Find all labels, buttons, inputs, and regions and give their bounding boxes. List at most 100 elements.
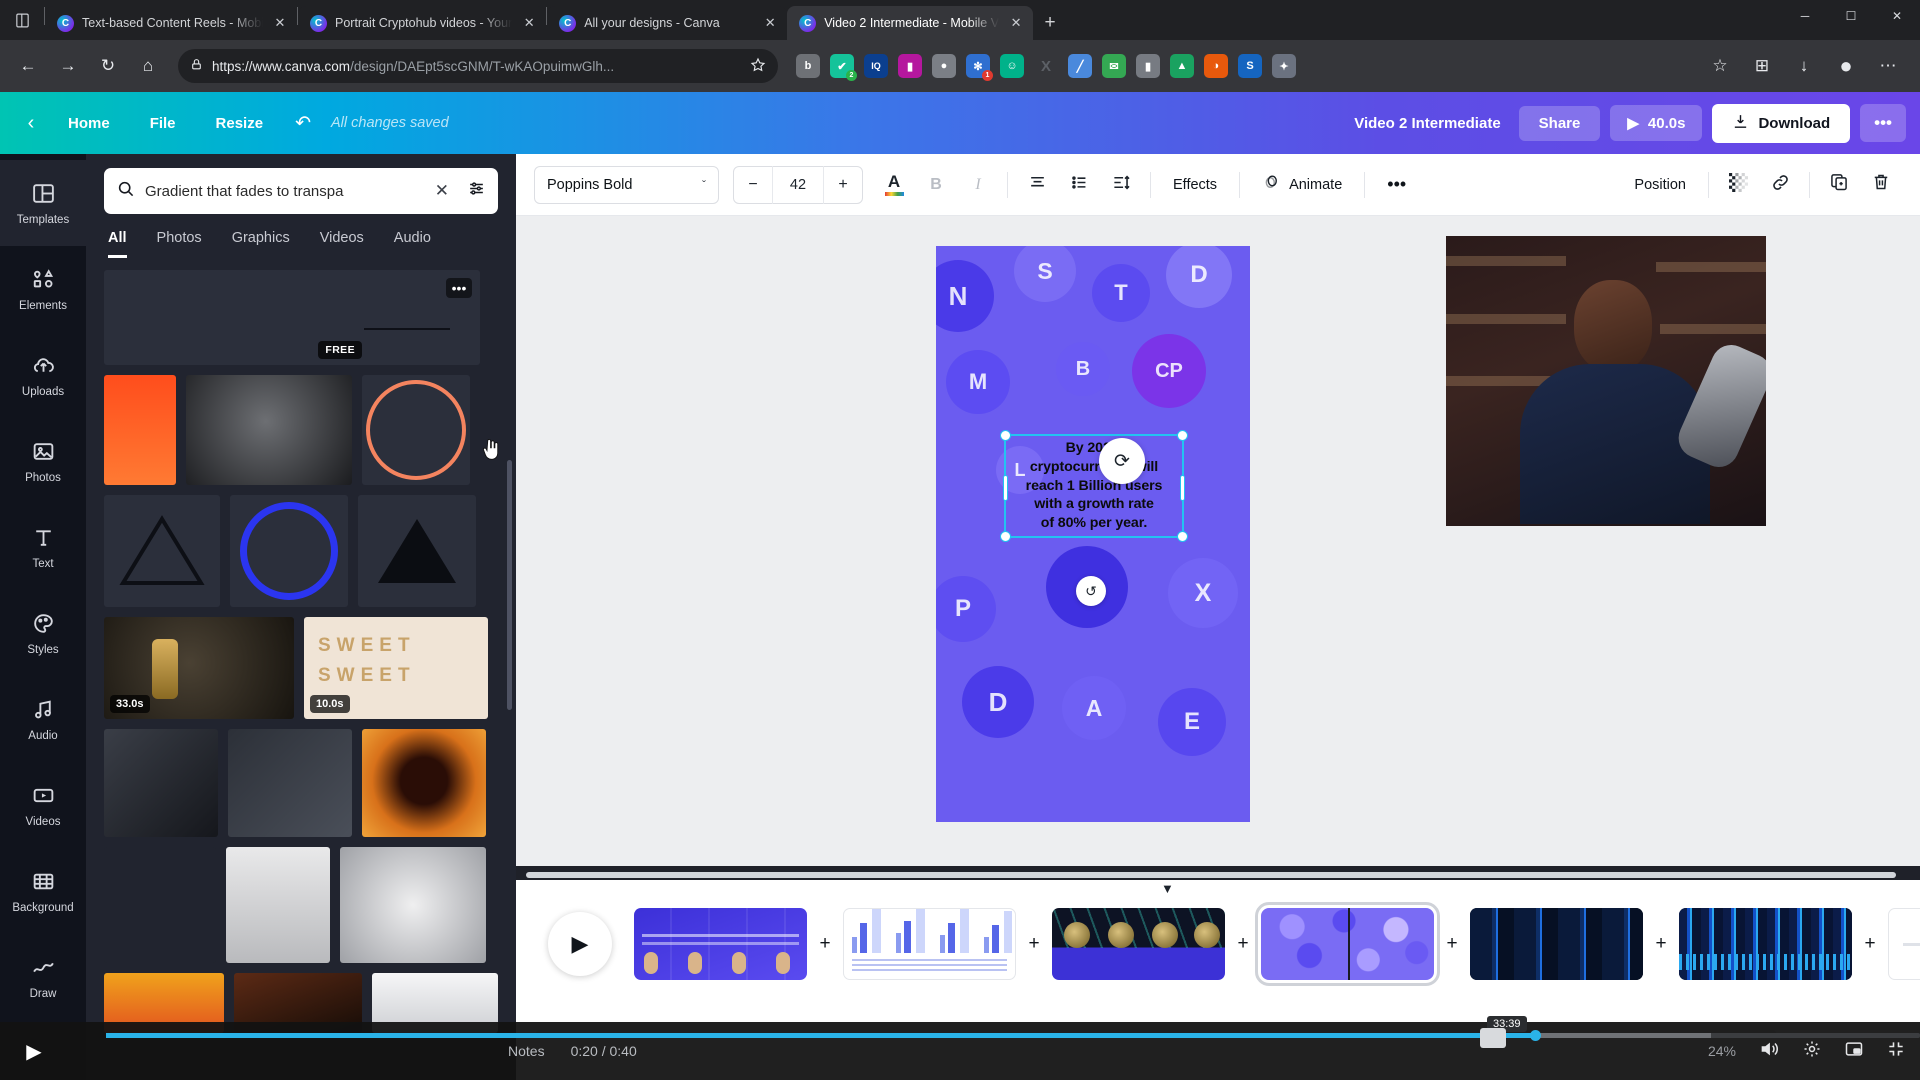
result-item[interactable]: SWEET SWEET 10.0s — [304, 617, 488, 719]
resize-handle-right[interactable] — [1180, 475, 1185, 501]
extension-smiley-icon[interactable]: ☺ — [1000, 54, 1024, 78]
settings-gear-icon[interactable] — [1802, 1039, 1822, 1064]
sidebar-item-styles[interactable]: Styles — [0, 590, 86, 676]
window-minimize-button[interactable]: ─ — [1782, 0, 1828, 32]
result-more-icon[interactable]: ••• — [446, 278, 472, 298]
reload-button[interactable]: ↻ — [90, 48, 126, 84]
extension-grammarly-icon[interactable]: ✔ 2 — [830, 54, 857, 81]
font-size-decrease-button[interactable]: − — [734, 166, 772, 204]
video-play-button[interactable]: ▶ — [14, 1039, 54, 1064]
download-button[interactable]: Download — [1712, 103, 1851, 143]
miniplayer-icon[interactable] — [1844, 1039, 1864, 1064]
timeline-clip-4-selected[interactable] — [1255, 902, 1440, 986]
align-center-button[interactable] — [1016, 164, 1058, 206]
search-box[interactable]: Gradient that fades to transpa ✕ — [104, 168, 498, 214]
add-clip-button-2[interactable]: + — [1016, 933, 1052, 955]
add-clip-button-6[interactable]: + — [1852, 933, 1888, 955]
transparency-button[interactable] — [1717, 164, 1759, 206]
result-item[interactable]: 33.0s — [104, 617, 294, 719]
webcam-overlay[interactable] — [1446, 236, 1766, 526]
extension-fox-icon[interactable]: ◑ — [1204, 54, 1228, 78]
result-item[interactable] — [104, 847, 216, 963]
timeline-play-button[interactable]: ▶ — [548, 912, 612, 976]
bookmark-star-icon[interactable] — [750, 57, 766, 76]
result-item[interactable] — [230, 495, 348, 607]
sidebar-item-templates[interactable]: Templates — [0, 160, 86, 246]
extension-x-icon[interactable]: X — [1034, 54, 1058, 78]
window-close-button[interactable]: ✕ — [1874, 0, 1920, 32]
add-clip-button-3[interactable]: + — [1225, 933, 1261, 955]
share-button[interactable]: Share — [1518, 105, 1601, 141]
timeline-clip-3[interactable] — [1052, 908, 1225, 980]
resize-handle-bottom-left[interactable] — [1000, 531, 1011, 542]
tab-photos[interactable]: Photos — [157, 230, 202, 258]
browser-tab-1-close[interactable]: ✕ — [271, 14, 289, 32]
tab-audio[interactable]: Audio — [394, 230, 431, 258]
result-item[interactable] — [104, 375, 176, 485]
timeline-clip-1[interactable] — [634, 908, 807, 980]
sidebar-item-elements[interactable]: Elements — [0, 246, 86, 332]
search-clear-icon[interactable]: ✕ — [435, 181, 449, 201]
add-clip-button-1[interactable]: + — [807, 933, 843, 955]
result-item[interactable] — [340, 847, 486, 963]
canvas-horizontal-scrollbar[interactable] — [520, 870, 1920, 880]
back-button[interactable]: ← — [10, 48, 46, 84]
timeline-caret-icon[interactable]: ▼ — [1161, 881, 1174, 896]
result-item[interactable] — [104, 495, 220, 607]
link-button[interactable] — [1759, 164, 1801, 206]
undo-icon[interactable]: ↶ — [283, 104, 323, 143]
result-item[interactable]: ••• FREE — [104, 270, 480, 365]
extension-1-icon[interactable]: b — [796, 54, 820, 78]
text-color-button[interactable]: A — [873, 164, 915, 206]
browser-tab-4-close[interactable]: ✕ — [1007, 14, 1025, 32]
volume-icon[interactable] — [1758, 1038, 1780, 1065]
profile-avatar-icon[interactable]: ● — [1828, 48, 1864, 84]
browser-tab-3[interactable]: C All your designs - Canva ✕ — [547, 6, 788, 40]
timeline-clip-5[interactable] — [1470, 908, 1643, 980]
tab-graphics[interactable]: Graphics — [232, 230, 290, 258]
font-family-select[interactable]: Poppins Bold ˇ — [534, 165, 719, 204]
rotate-button[interactable]: ⟳ — [1099, 438, 1145, 484]
resize-button[interactable]: Resize — [196, 107, 284, 140]
timeline-clip-6[interactable] — [1679, 908, 1852, 980]
timeline-clip-2[interactable] — [843, 908, 1016, 980]
sidebar-item-background[interactable]: Background — [0, 848, 86, 934]
timeline-clip-7[interactable] — [1888, 908, 1920, 980]
result-item[interactable] — [362, 375, 470, 485]
delete-button[interactable] — [1860, 164, 1902, 206]
extension-shield-icon[interactable]: ✦ — [1272, 54, 1296, 78]
duplicate-button[interactable] — [1818, 164, 1860, 206]
sidebar-item-videos[interactable]: Videos — [0, 762, 86, 848]
header-more-button[interactable]: ••• — [1860, 104, 1906, 142]
tab-all[interactable]: All — [108, 230, 127, 258]
extension-pen-icon[interactable]: ╱ — [1068, 54, 1092, 78]
sidebar-item-photos[interactable]: Photos — [0, 418, 86, 504]
extension-analytics-icon[interactable]: ▮ — [898, 54, 922, 78]
tab-videos[interactable]: Videos — [320, 230, 364, 258]
forward-button[interactable]: → — [50, 48, 86, 84]
result-item[interactable] — [358, 495, 476, 607]
browser-more-icon[interactable]: ⋯ — [1870, 48, 1906, 84]
font-size-input[interactable]: 42 — [772, 165, 824, 204]
add-clip-button-5[interactable]: + — [1643, 933, 1679, 955]
home-button[interactable]: Home — [48, 107, 130, 140]
file-menu-button[interactable]: File — [130, 107, 196, 140]
collections-icon[interactable]: ⊞ — [1744, 48, 1780, 84]
favorites-icon[interactable]: ☆ — [1702, 48, 1738, 84]
address-bar[interactable]: https://www.canva.com/design/DAEpt5scGNM… — [178, 49, 778, 83]
result-item[interactable] — [104, 729, 218, 837]
video-progress-wrap[interactable] — [106, 1030, 1920, 1041]
italic-button[interactable]: I — [957, 164, 999, 206]
add-clip-button-4[interactable]: + — [1434, 933, 1470, 955]
notes-label[interactable]: Notes — [508, 1043, 545, 1059]
effects-button[interactable]: Effects — [1159, 168, 1231, 202]
window-maximize-button[interactable]: ☐ — [1828, 0, 1874, 32]
toolbar-more-button[interactable]: ••• — [1373, 165, 1420, 204]
extension-gear-icon[interactable]: ✻ 1 — [966, 54, 993, 81]
sidebar-item-audio[interactable]: Audio — [0, 676, 86, 762]
resize-handle-top-right[interactable] — [1177, 430, 1188, 441]
fullscreen-exit-icon[interactable] — [1886, 1039, 1906, 1064]
video-progress-track[interactable] — [106, 1030, 1920, 1041]
browser-tab-4-active[interactable]: C Video 2 Intermediate - Mobile V ✕ — [787, 6, 1034, 40]
browser-tab-3-close[interactable]: ✕ — [761, 14, 779, 32]
